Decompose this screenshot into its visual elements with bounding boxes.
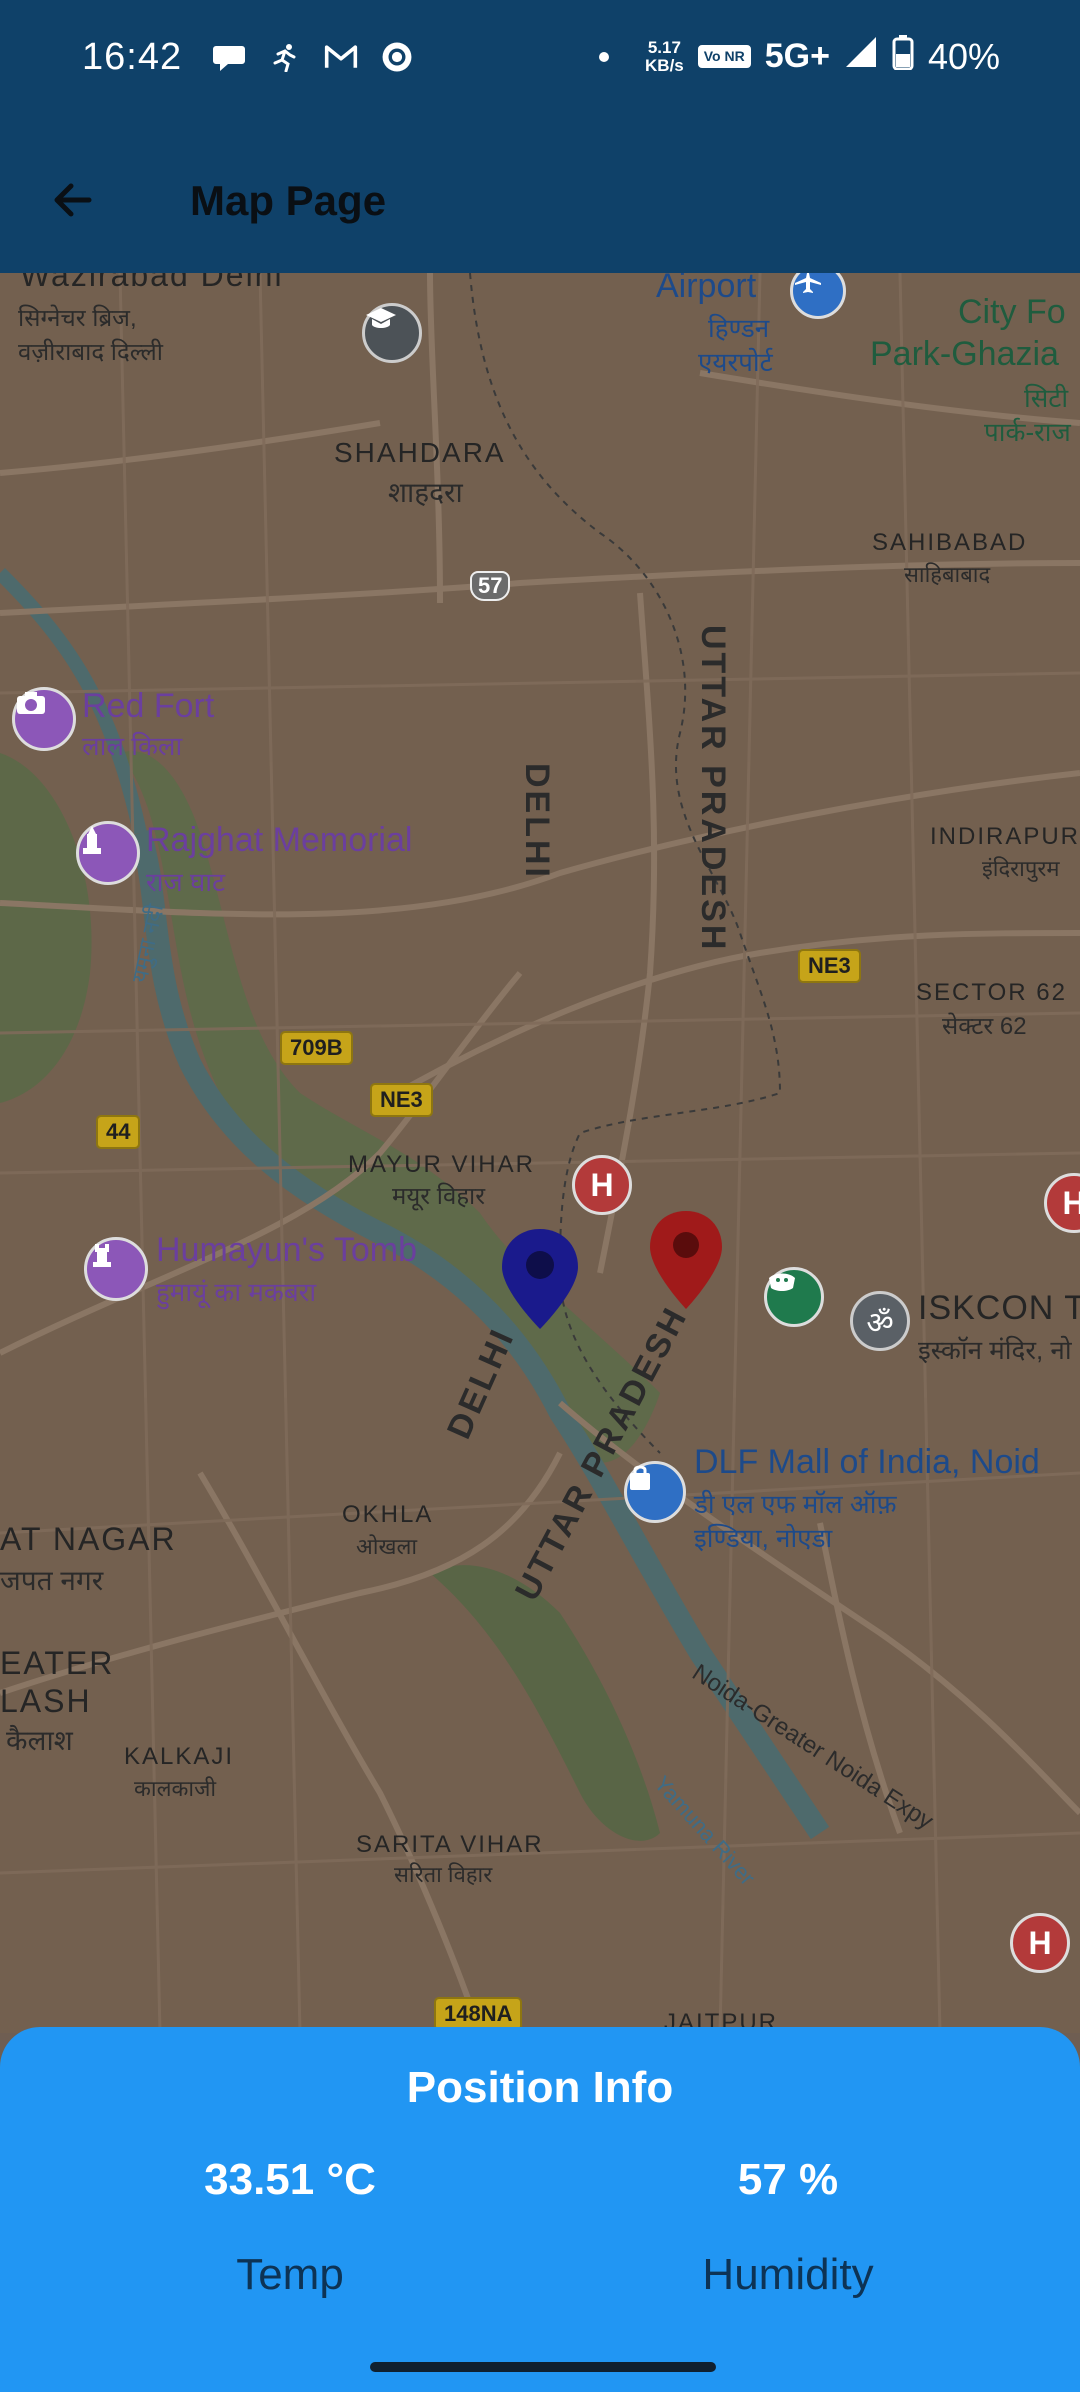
map-label-gk1: EATER (0, 1645, 115, 1681)
temple-icon[interactable]: ॐ (850, 1291, 910, 1351)
battery-percent: 40% (927, 35, 1000, 77)
map-label-humayun-hi: हुमायूं का मकबरा (156, 1277, 317, 1307)
camera-icon[interactable] (12, 687, 76, 751)
map-label-latnagar: AT NAGAR (0, 1521, 177, 1557)
map-label-redfort: Red Fort (82, 687, 215, 725)
map-label-up-vertical: UTTAR PRADESH (694, 625, 732, 953)
map-label-cityforest-hi1: सिटी (1024, 383, 1069, 413)
map-label-mayurvihar: MAYUR VIHAR (348, 1151, 535, 1178)
network-speed: 5.17 KB/s (645, 37, 684, 75)
running-icon (268, 40, 302, 74)
map-label-dlf-hi1: डी एल एफ मॉल ऑफ़ (694, 1489, 897, 1519)
map-label-wazirabad-hi2: वज़ीराबाद दिल्ली (18, 339, 164, 366)
map-label-rajghat-hi: राज घाट (146, 867, 226, 897)
school-icon[interactable] (362, 303, 422, 363)
temp-label: Temp (236, 2250, 344, 2299)
map-label-gk2: LASH (0, 1683, 92, 1719)
map-view[interactable]: Wazirabad Delhi सिग्नेचर ब्रिज, वज़ीराबा… (0, 273, 1080, 2033)
map-label-mayurvihar-hi: मयूर विहार (392, 1183, 486, 1210)
shopping-bag-icon[interactable] (624, 1461, 686, 1523)
route-shield-148na: 148NA (434, 1997, 523, 2031)
map-label-cityforest: City Fo (958, 293, 1066, 331)
monument-icon[interactable] (76, 821, 140, 885)
map-label-iskcon-hi: इस्कॉन मंदिर, नो (918, 1335, 1072, 1365)
home-indicator[interactable] (370, 2362, 716, 2372)
route-shield-ne3-b: NE3 (370, 1083, 433, 1117)
map-label-iskcon: ISKCON T (918, 1289, 1080, 1327)
map-label-shahdara-hi: शाहदरा (388, 477, 463, 508)
map-label-airport-hi1: हिण्डन (708, 313, 770, 343)
network-type: 5G+ (764, 37, 830, 75)
map-label-indirapuram-hi: इंदिरापुरम (982, 856, 1060, 881)
map-label-sector62-hi: सेक्टर 62 (942, 1013, 1027, 1040)
map-label-saritavihar: SARITA VIHAR (356, 1831, 544, 1858)
map-label-sahibabad: SAHIBABAD (872, 529, 1028, 556)
route-shield-44: 44 (96, 1115, 141, 1149)
map-label-shahdara: SHAHDARA (334, 437, 506, 468)
hospital-icon[interactable]: H (572, 1155, 632, 1215)
position-info-title: Position Info (406, 2063, 674, 2112)
hospital-icon[interactable]: H (1010, 1913, 1070, 1973)
status-time: 16:42 (82, 36, 183, 78)
map-label-kalkaji: KALKAJI (124, 1743, 235, 1770)
map-label-dlf: DLF Mall of India, Noid (694, 1443, 1040, 1481)
map-label-wazirabad-hi1: सिग्नेचर ब्रिज, (18, 305, 137, 332)
battery-icon (892, 34, 914, 79)
net-speed-value: 5.17 (647, 37, 681, 57)
record-icon (380, 40, 414, 74)
back-button[interactable] (40, 167, 106, 233)
map-label-okhla: OKHLA (342, 1501, 434, 1528)
map-label-gk-hi: कैलाश (6, 1725, 73, 1756)
map-label-sector62: SECTOR 62 (916, 979, 1067, 1006)
map-label-cityforest2: Park-Ghazia (870, 335, 1059, 373)
humidity-value: 57 % (737, 2155, 839, 2204)
net-speed-unit: KB/s (645, 55, 684, 75)
map-label-humayun: Humayun's Tomb (156, 1231, 417, 1269)
map-label-indirapuram: INDIRAPUR (930, 823, 1080, 850)
arrow-back-icon (54, 183, 92, 217)
map-label-kalkaji-hi: कालकाजी (134, 1776, 217, 1801)
landmark-icon[interactable] (84, 1237, 148, 1301)
map-label-cityforest-hi2: पार्क-राज (984, 417, 1071, 447)
amusement-park-icon[interactable] (764, 1267, 824, 1327)
blue-location-marker[interactable] (498, 1225, 582, 1333)
app-bar: Map Page (0, 125, 1080, 273)
red-location-marker[interactable] (646, 1207, 726, 1313)
map-label-dlf-hi2: इण्डिया, नोएडा (694, 1523, 833, 1553)
map-label-airport-hi2: एयरपोर्ट (698, 347, 773, 377)
route-shield-57: 57 (470, 571, 511, 601)
map-label-rajghat: Rajghat Memorial (146, 821, 413, 859)
status-bar: 16:42 5.17 KB/s Vo NR 5G+ 40% (0, 0, 1080, 125)
dot-indicator (599, 51, 610, 62)
chat-bubble-icon (212, 40, 246, 74)
temp-value: 33.51 °C (204, 2155, 376, 2204)
map-label-okhla-hi: ओखला (356, 1534, 418, 1559)
map-label-sahibabad-hi: साहिबाबाद (904, 562, 991, 587)
system-status: 5.17 KB/s Vo NR 5G+ 40% (599, 34, 1000, 79)
map-label-airport: Airport (656, 273, 757, 305)
humidity-label: Humidity (702, 2250, 874, 2299)
map-label-delhi-vertical: DELHI (518, 763, 556, 880)
gmail-icon (324, 40, 358, 74)
map-label-redfort-hi: लाल किला (82, 731, 183, 761)
route-shield-709b: 709B (280, 1031, 353, 1065)
page-title: Map Page (190, 177, 387, 224)
notification-icons (212, 40, 414, 74)
map-label-latnagar-hi: जपत नगर (0, 1565, 104, 1596)
map-label-wazirabad: Wazirabad Delhi (20, 273, 284, 293)
map-label-saritavihar-hi: सरिता विहार (394, 1862, 493, 1887)
route-shield-ne3-a: NE3 (798, 949, 861, 983)
vonr-badge: Vo NR (697, 45, 751, 68)
signal-icon (844, 35, 878, 78)
position-info-sheet: Position Info 33.51 °C 57 % Temp Humidit… (0, 2027, 1080, 2392)
